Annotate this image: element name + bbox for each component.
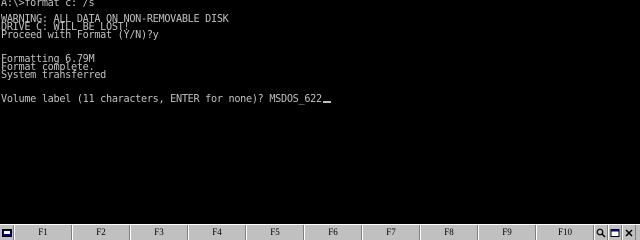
window-icon[interactable] xyxy=(608,225,622,240)
fkey-f2[interactable]: F2 xyxy=(72,225,130,240)
console-line-1: A:\>format c: /s xyxy=(1,0,95,9)
text-cursor xyxy=(322,101,331,103)
fkey-f10[interactable]: F10 xyxy=(536,225,594,240)
console-line-5: Proceed with Format (Y/N)?y xyxy=(1,30,159,41)
console-line-10: System transferred xyxy=(1,70,107,81)
fkey-f7[interactable]: F7 xyxy=(362,225,420,240)
fkey-f9[interactable]: F9 xyxy=(478,225,536,240)
dos-console[interactable]: A:\>format c: /s WARNING: ALL DATA ON NO… xyxy=(0,0,640,224)
console-prompt-line[interactable]: Volume label (11 characters, ENTER for n… xyxy=(1,94,331,105)
fkey-f4[interactable]: F4 xyxy=(188,225,246,240)
close-icon[interactable] xyxy=(622,225,636,240)
dos-app-icon[interactable] xyxy=(0,225,14,240)
fkey-f3[interactable]: F3 xyxy=(130,225,188,240)
magnifier-icon[interactable] xyxy=(594,225,608,240)
prompt-text: Volume label (11 characters, ENTER for n… xyxy=(1,94,322,105)
fkey-f1[interactable]: F1 xyxy=(14,225,72,240)
function-key-bar: F1 F2 F3 F4 F5 F6 F7 F8 F9 F10 xyxy=(0,224,640,240)
fkey-f8[interactable]: F8 xyxy=(420,225,478,240)
fkey-f5[interactable]: F5 xyxy=(246,225,304,240)
fkey-f6[interactable]: F6 xyxy=(304,225,362,240)
